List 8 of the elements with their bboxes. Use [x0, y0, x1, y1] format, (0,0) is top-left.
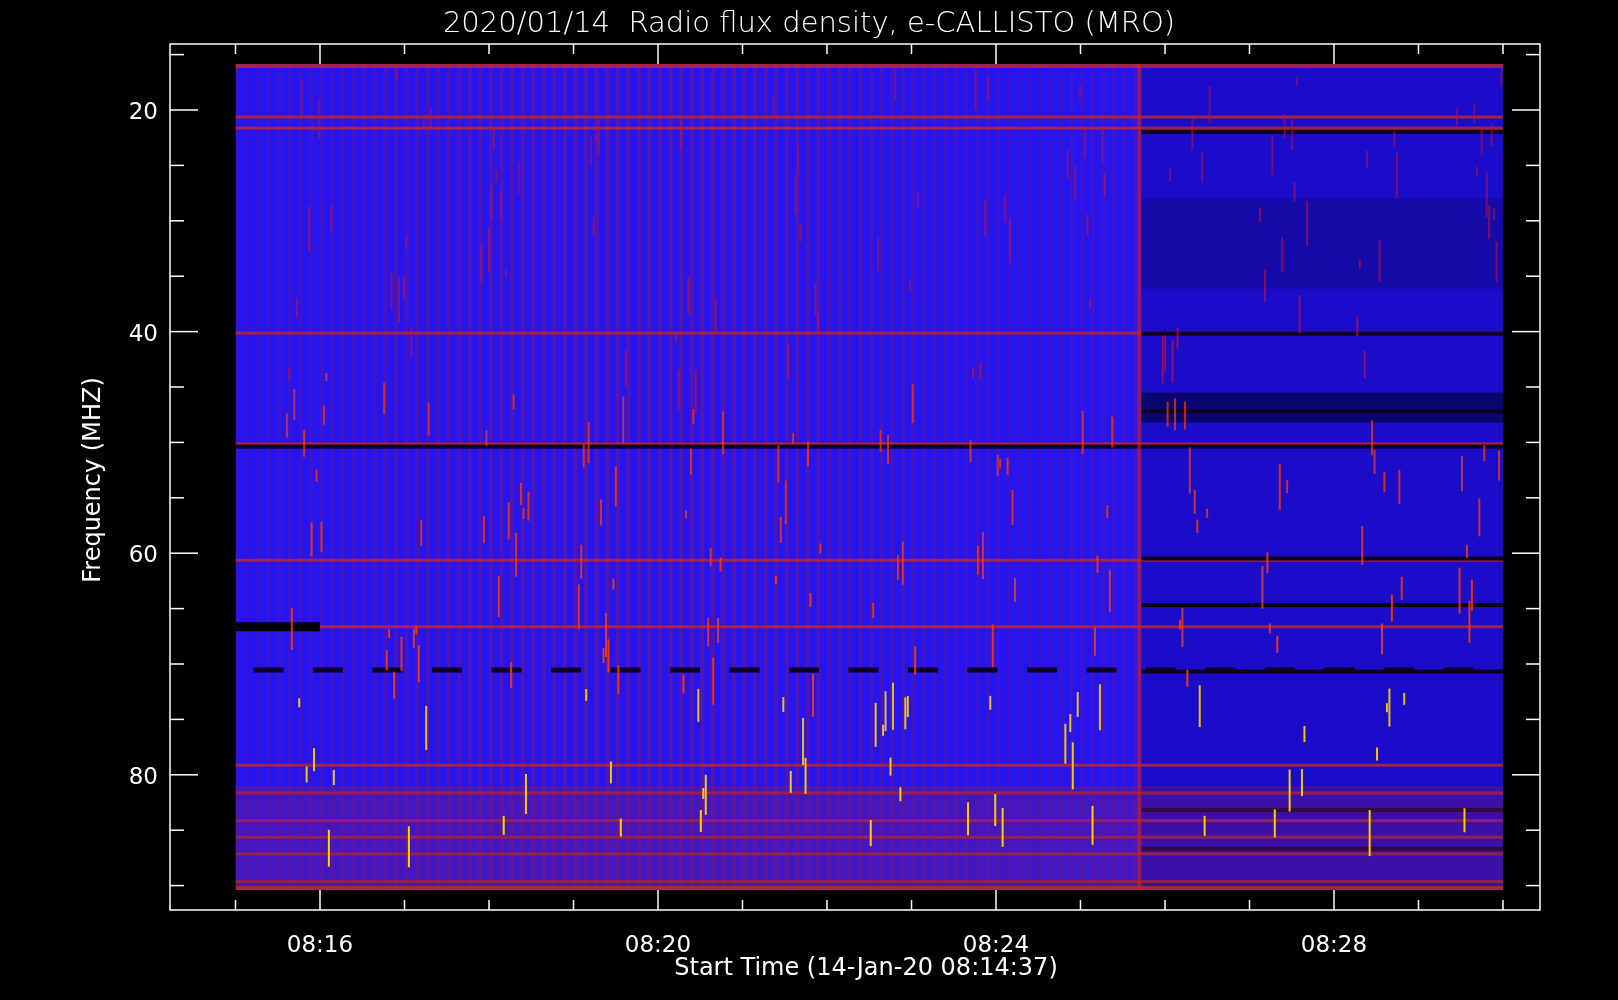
y-tick-label: 40: [128, 319, 158, 346]
y-tick-label: 60: [128, 541, 158, 568]
y-axis-label: Frequency (MHZ): [78, 377, 106, 583]
chart-title: 2020/01/14 Radio flux density, e-CALLISTO (MRO): [442, 5, 1176, 39]
y-tick-label: 80: [128, 762, 158, 789]
x-tick-label: 08:28: [1300, 931, 1368, 957]
y-tick-label: 20: [128, 98, 158, 124]
x-tick-label: 08:16: [286, 931, 354, 957]
